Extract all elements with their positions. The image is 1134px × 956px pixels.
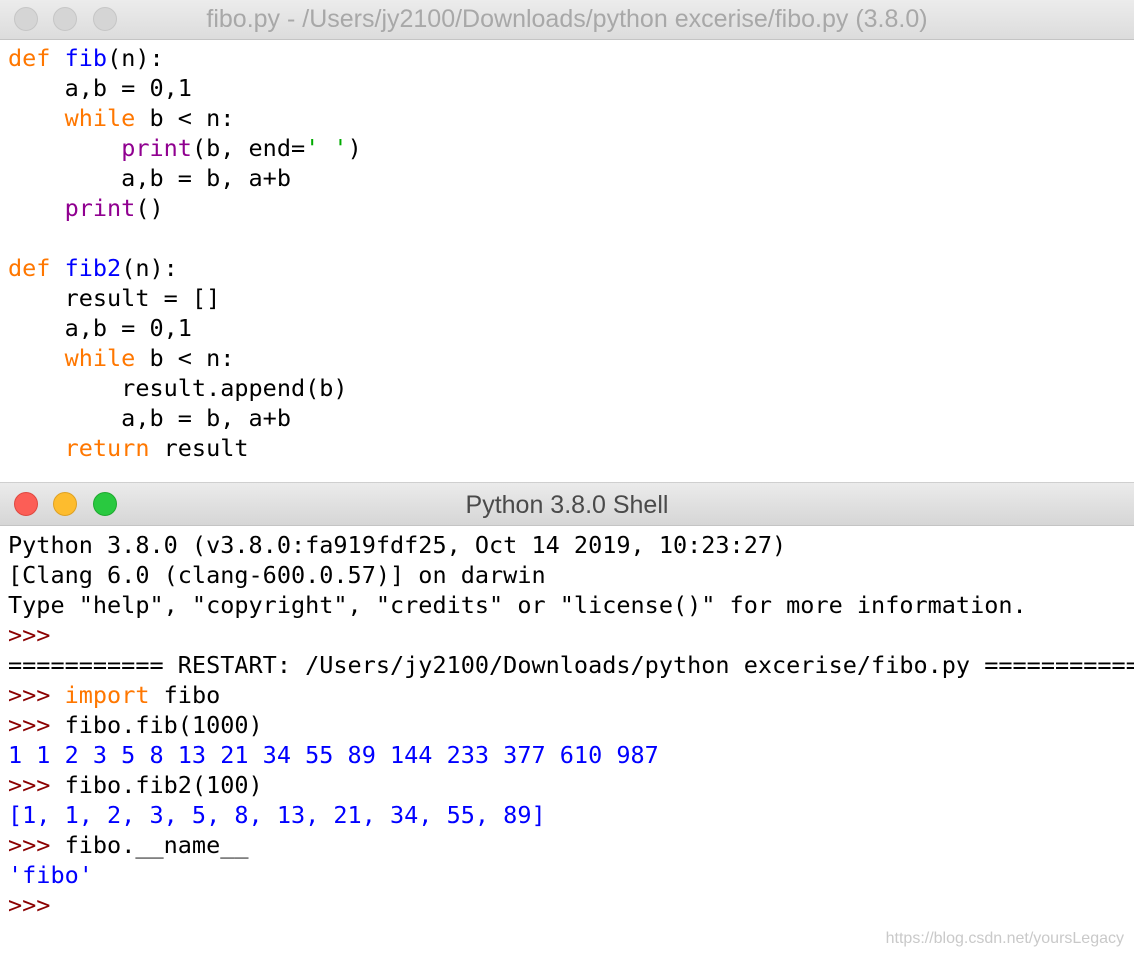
shell-line: >>> fibo.__name__ — [8, 830, 1134, 860]
code-text: a,b = 0,1 — [8, 74, 192, 102]
watermark: https://blog.csdn.net/yoursLegacy — [885, 930, 1124, 947]
shell-input: fibo — [149, 681, 221, 709]
shell-output: [1, 1, 2, 3, 5, 8, 13, 21, 34, 55, 89] — [8, 801, 546, 829]
prompt: >>> — [8, 681, 51, 709]
shell-line: >>> import fibo — [8, 680, 1134, 710]
prompt: >>> — [8, 711, 51, 739]
prompt: >>> — [8, 891, 51, 919]
function-name: fib — [64, 44, 108, 72]
shell-console[interactable]: Python 3.8.0 (v3.8.0:fa919fdf25, Oct 14 … — [8, 530, 1134, 920]
code-text: result.append(b) — [8, 374, 348, 402]
code-line: return result — [8, 433, 362, 463]
banner-line: Python 3.8.0 (v3.8.0:fa919fdf25, Oct 14 … — [8, 531, 787, 559]
editor-window: fibo.py - /Users/jy2100/Downloads/python… — [0, 0, 1134, 472]
code-line: a,b = b, a+b — [8, 163, 362, 193]
restart-line: =========== RESTART: /Users/jy2100/Downl… — [8, 651, 1134, 679]
code-text: (n): — [107, 44, 164, 72]
shell-input: fibo.fib2(100) — [50, 771, 263, 799]
shell-titlebar[interactable]: Python 3.8.0 Shell — [0, 482, 1134, 526]
code-line: a,b = b, a+b — [8, 403, 362, 433]
code-line: result = [] — [8, 283, 362, 313]
shell-line: >>> fibo.fib2(100) — [8, 770, 1134, 800]
builtin-print: print — [121, 134, 192, 162]
prompt: >>> — [8, 621, 51, 649]
code-text: (b, end= — [191, 134, 306, 162]
shell-line: >>> — [8, 890, 1134, 920]
code-text: () — [135, 194, 164, 222]
banner-line: [Clang 6.0 (clang-600.0.57)] on darwin — [8, 561, 546, 589]
editor-title: fibo.py - /Users/jy2100/Downloads/python… — [206, 5, 928, 33]
keyword-def: def — [8, 44, 51, 72]
code-text: a,b = 0,1 — [8, 314, 192, 342]
shell-output: 1 1 2 3 5 8 13 21 34 55 89 144 233 377 6… — [8, 741, 659, 769]
prompt: >>> — [8, 771, 51, 799]
code-line: while b < n: — [8, 343, 362, 373]
function-name: fib2 — [64, 254, 122, 282]
keyword-import: import — [64, 681, 150, 709]
code-line: def fib(n): — [8, 43, 362, 73]
keyword-while: while — [64, 344, 136, 372]
keyword-while: while — [64, 104, 136, 132]
editor-titlebar[interactable]: fibo.py - /Users/jy2100/Downloads/python… — [0, 0, 1134, 40]
code-line: print(b, end=' ') — [8, 133, 362, 163]
code-text: b < n: — [135, 104, 235, 132]
keyword-return: return — [64, 434, 150, 462]
code-text: ) — [347, 134, 362, 162]
shell-line: >>> — [8, 620, 1134, 650]
shell-window: Python 3.8.0 Shell Python 3.8.0 (v3.8.0:… — [0, 482, 1134, 956]
code-text: (n): — [121, 254, 178, 282]
code-text: result = [] — [8, 284, 221, 312]
shell-title: Python 3.8.0 Shell — [465, 491, 669, 519]
code-line: result.append(b) — [8, 373, 362, 403]
string-literal: ' ' — [305, 134, 348, 162]
code-line: print() — [8, 193, 362, 223]
banner-line: Type "help", "copyright", "credits" or "… — [8, 591, 1027, 619]
shell-input: fibo.__name__ — [50, 831, 249, 859]
prompt: >>> — [8, 831, 51, 859]
code-line: def fib2(n): — [8, 253, 362, 283]
shell-output: 'fibo' — [8, 861, 93, 889]
shell-line: >>> fibo.fib(1000) — [8, 710, 1134, 740]
code-text: result — [149, 434, 249, 462]
builtin-print: print — [64, 194, 136, 222]
editor-code-area[interactable]: def fib(n): a,b = 0,1 while b < n: print… — [8, 43, 362, 463]
code-text: a,b = b, a+b — [8, 404, 291, 432]
shell-input: fibo.fib(1000) — [50, 711, 263, 739]
code-line: a,b = 0,1 — [8, 313, 362, 343]
code-line: while b < n: — [8, 103, 362, 133]
code-text: b < n: — [135, 344, 235, 372]
code-line: a,b = 0,1 — [8, 73, 362, 103]
code-text: a,b = b, a+b — [8, 164, 291, 192]
keyword-def: def — [8, 254, 51, 282]
